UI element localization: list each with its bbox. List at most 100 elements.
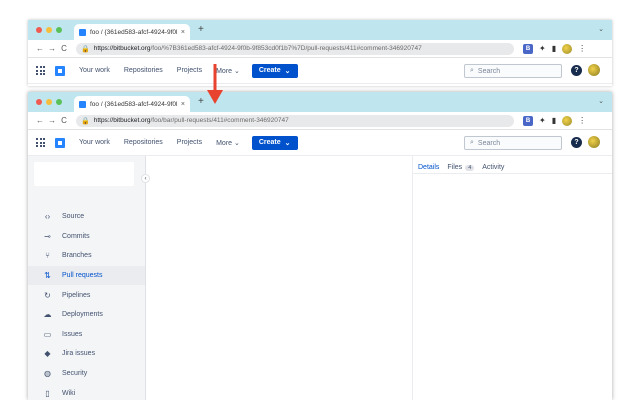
chevron-down-icon: ⌄ bbox=[284, 67, 291, 75]
bitbucket-logo-icon[interactable] bbox=[55, 137, 65, 148]
nav-projects[interactable]: Projects bbox=[177, 139, 202, 146]
minimize-window-button[interactable] bbox=[46, 99, 52, 105]
code-icon: ‹› bbox=[44, 212, 51, 222]
address-bar-row: ← → C 🔒 https://bitbucket.org/foo/%7B361… bbox=[28, 40, 612, 58]
sidebar-item-issues[interactable]: ▭ Issues bbox=[28, 325, 145, 345]
lock-icon: 🔒 bbox=[81, 117, 90, 125]
sidebar-item-pipelines[interactable]: ↻ Pipelines bbox=[28, 285, 145, 305]
front-browser-window: foo / {361ed583-afcf-4924-9f0b-9f853cd0f… bbox=[28, 92, 612, 400]
puzzle-icon[interactable]: ✦ bbox=[539, 116, 546, 125]
annotation-arrow-icon bbox=[207, 64, 223, 104]
close-window-button[interactable] bbox=[36, 99, 42, 105]
tab-activity[interactable]: Activity bbox=[482, 162, 504, 173]
help-icon[interactable]: ? bbox=[571, 137, 582, 148]
window-controls bbox=[36, 27, 62, 33]
sidepanel-icon[interactable]: ▮ bbox=[552, 44, 556, 53]
extensions-area: B ✦ ▮ ⋮ bbox=[523, 43, 586, 54]
sidebar-item-source[interactable]: ‹› Source bbox=[28, 207, 145, 227]
app-switcher-icon[interactable] bbox=[36, 66, 45, 75]
tab-search-chevron-icon[interactable]: ⌄ bbox=[598, 25, 604, 33]
extension-b-icon[interactable]: B bbox=[523, 115, 533, 126]
sidebar-item-wiki[interactable]: ▯ Wiki bbox=[28, 383, 145, 400]
bitbucket-top-nav: Your work Repositories Projects More ⌄ C… bbox=[28, 130, 612, 156]
sidebar-nav: ‹› Source ⊸ Commits ⑂ Branches ⇅ Pull reques… bbox=[28, 207, 145, 400]
reload-icon[interactable]: C bbox=[58, 44, 70, 53]
tab-search-chevron-icon[interactable]: ⌄ bbox=[598, 97, 604, 105]
nav-repositories[interactable]: Repositories bbox=[124, 139, 163, 146]
sidebar-item-pull-requests[interactable]: ⇅ Pull requests bbox=[28, 265, 145, 286]
nav-repositories[interactable]: Repositories bbox=[124, 67, 163, 74]
tab-title: foo / {361ed583-afcf-4924-9f0b-9f853cd0f… bbox=[90, 28, 177, 36]
back-arrow-icon[interactable]: ← bbox=[34, 116, 46, 125]
sidebar-item-deployments[interactable]: ☁ Deployments bbox=[28, 305, 145, 325]
tab-details[interactable]: Details bbox=[418, 162, 439, 173]
sidebar-item-branches[interactable]: ⑂ Branches bbox=[28, 246, 145, 266]
nav-projects[interactable]: Projects bbox=[177, 67, 202, 74]
profile-avatar[interactable] bbox=[562, 43, 573, 54]
files-count-badge: 4 bbox=[465, 164, 475, 171]
tab-close-icon[interactable]: × bbox=[181, 101, 185, 108]
page-content: ‹ ‹› Source ⊸ Commits ⑂ Branches ⇅ Pull requ… bbox=[28, 156, 612, 400]
back-browser-window: foo / {361ed583-afcf-4924-9f0b-9f853cd0f… bbox=[28, 20, 612, 86]
bitbucket-logo-icon[interactable] bbox=[55, 65, 65, 76]
sidebar-item-jira-issues[interactable]: ◆ Jira issues bbox=[28, 344, 145, 364]
sidebar-item-security[interactable]: ◍ Security bbox=[28, 364, 145, 384]
minimize-window-button[interactable] bbox=[46, 27, 52, 33]
help-icon[interactable]: ? bbox=[571, 65, 582, 76]
close-window-button[interactable] bbox=[36, 27, 42, 33]
pipelines-icon: ↻ bbox=[44, 290, 51, 300]
sidebar-item-commits[interactable]: ⊸ Commits bbox=[28, 227, 145, 247]
cloud-icon: ☁ bbox=[43, 310, 52, 320]
extension-b-icon[interactable]: B bbox=[523, 43, 533, 54]
details-panel: Details Files 4 Activity bbox=[412, 156, 612, 400]
url-text: https://bitbucket.org/foo/%7B361ed583-af… bbox=[93, 45, 422, 52]
nav-more[interactable]: More ⌄ bbox=[216, 139, 240, 147]
new-tab-button[interactable]: + bbox=[198, 24, 204, 35]
pull-request-icon: ⇅ bbox=[44, 271, 51, 281]
bitbucket-top-nav: Your work Repositories Projects More ⌄ C… bbox=[28, 58, 612, 84]
wiki-icon: ▯ bbox=[45, 388, 50, 398]
search-icon: ⌕ bbox=[470, 139, 474, 146]
user-avatar[interactable] bbox=[588, 64, 600, 76]
shield-icon: ◍ bbox=[44, 369, 51, 379]
search-input[interactable]: ⌕ Search bbox=[464, 64, 562, 78]
zoom-window-button[interactable] bbox=[56, 99, 62, 105]
tab-title: foo / {361ed583-afcf-4924-9f0b-9f853cd0f… bbox=[90, 100, 177, 108]
search-input[interactable]: ⌕ Search bbox=[464, 136, 562, 150]
browser-menu-icon[interactable]: ⋮ bbox=[578, 116, 586, 125]
url-field[interactable]: 🔒 https://bitbucket.org/foo/bar/pull-req… bbox=[76, 114, 514, 127]
tab-files[interactable]: Files 4 bbox=[447, 162, 475, 173]
zoom-window-button[interactable] bbox=[56, 27, 62, 33]
forward-arrow-icon[interactable]: → bbox=[46, 44, 58, 53]
new-tab-button[interactable]: + bbox=[198, 96, 204, 107]
tab-close-icon[interactable]: × bbox=[181, 29, 185, 36]
repo-header-placeholder bbox=[34, 162, 134, 186]
bitbucket-favicon-icon bbox=[79, 100, 86, 108]
browser-menu-icon[interactable]: ⋮ bbox=[578, 44, 586, 53]
collapse-sidebar-icon[interactable]: ‹ bbox=[141, 174, 150, 183]
create-button[interactable]: Create ⌄ bbox=[251, 135, 298, 150]
address-bar-row: ← → C 🔒 https://bitbucket.org/foo/bar/pu… bbox=[28, 112, 612, 130]
reload-icon[interactable]: C bbox=[58, 116, 70, 125]
commit-icon: ⊸ bbox=[44, 231, 51, 241]
forward-arrow-icon[interactable]: → bbox=[46, 116, 58, 125]
url-text: https://bitbucket.org/foo/bar/pull-reque… bbox=[93, 117, 289, 124]
url-field[interactable]: 🔒 https://bitbucket.org/foo/%7B361ed583-… bbox=[76, 42, 514, 55]
browser-tab[interactable]: foo / {361ed583-afcf-4924-9f0b-9f853cd0f… bbox=[74, 96, 190, 112]
back-arrow-icon[interactable]: ← bbox=[34, 44, 46, 53]
nav-your-work[interactable]: Your work bbox=[79, 139, 110, 146]
create-button[interactable]: Create ⌄ bbox=[251, 63, 298, 78]
sidepanel-icon[interactable]: ▮ bbox=[552, 116, 556, 125]
puzzle-icon[interactable]: ✦ bbox=[539, 44, 546, 53]
jira-icon: ◆ bbox=[44, 349, 51, 359]
search-icon: ⌕ bbox=[470, 67, 474, 74]
profile-avatar[interactable] bbox=[562, 115, 573, 126]
bitbucket-favicon-icon bbox=[79, 28, 86, 36]
user-avatar[interactable] bbox=[588, 136, 600, 148]
lock-icon: 🔒 bbox=[81, 45, 90, 53]
window-controls bbox=[36, 99, 62, 105]
app-switcher-icon[interactable] bbox=[36, 138, 45, 147]
repo-sidebar: ‹ ‹› Source ⊸ Commits ⑂ Branches ⇅ Pull requ… bbox=[28, 156, 150, 400]
nav-your-work[interactable]: Your work bbox=[79, 67, 110, 74]
browser-tab[interactable]: foo / {361ed583-afcf-4924-9f0b-9f853cd0f… bbox=[74, 24, 190, 40]
